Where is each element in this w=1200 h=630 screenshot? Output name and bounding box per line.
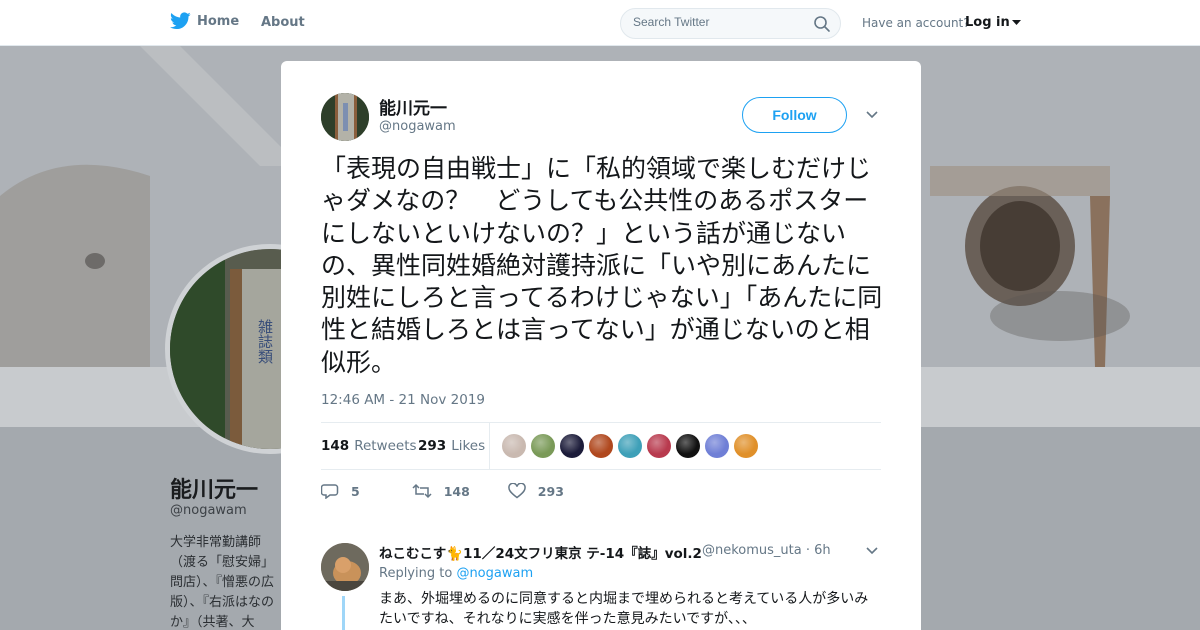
retweet-count: 148: [443, 483, 470, 499]
replying-to: Replying to @nogawam: [379, 566, 533, 581]
divider: [321, 469, 881, 470]
reply-thread-line: [342, 596, 345, 630]
liker-avatar[interactable]: [618, 434, 642, 458]
liker-avatar[interactable]: [531, 434, 555, 458]
tweet-modal: 能川元一 @nogawam Follow 「表現の自由戦士」に「私的領域で楽しむ…: [281, 61, 921, 630]
divider: [321, 422, 881, 423]
stats-separator: [489, 423, 490, 469]
search-box[interactable]: [620, 8, 841, 39]
reply-author-name[interactable]: ねこむこす🐈11／24文フリ東京 テ-14『誌』vol.2: [379, 542, 702, 562]
top-nav: Home About Have an account? Log in: [0, 0, 1200, 46]
liker-avatar[interactable]: [502, 434, 526, 458]
retweets-count: 148: [321, 438, 350, 454]
reply-avatar-image: [321, 543, 369, 591]
nav-home-label: Home: [197, 13, 240, 29]
liker-avatars: [502, 434, 758, 458]
profile-bio: 大学非常勤講師（渡る「慰安婦」問店）、『憎悪の広版）、『右派はなのか』（共著、大: [170, 535, 275, 630]
caret-down-icon: [1011, 19, 1021, 25]
profile-name: 能川元一: [170, 478, 259, 503]
retweets-stat[interactable]: 148 Retweets: [321, 438, 417, 454]
liker-avatar[interactable]: [560, 434, 584, 458]
author-name[interactable]: 能川元一: [379, 94, 447, 119]
search-icon[interactable]: [813, 15, 831, 33]
close-icon: [1156, 14, 1176, 34]
have-account-text: Have an account?: [862, 16, 970, 30]
tweet-timestamp[interactable]: 12:46 AM - 21 Nov 2019: [321, 392, 485, 408]
login-button[interactable]: Log in: [965, 15, 1021, 30]
twitter-bird-icon: [170, 12, 191, 30]
reply-separator: [281, 517, 921, 527]
liker-avatar[interactable]: [734, 434, 758, 458]
replying-to-link[interactable]: @nogawam: [456, 566, 533, 581]
heart-icon: [508, 483, 526, 499]
follow-button[interactable]: Follow: [742, 97, 847, 133]
author-avatar-image: [321, 93, 369, 141]
svg-text:雑誌類: 雑誌類: [256, 319, 274, 364]
nav-home[interactable]: Home: [170, 12, 239, 30]
retweet-action[interactable]: 148: [412, 483, 470, 499]
close-button[interactable]: [1152, 10, 1180, 38]
liker-avatar[interactable]: [705, 434, 729, 458]
reply-author-avatar[interactable]: [321, 543, 369, 591]
liker-avatar[interactable]: [676, 434, 700, 458]
tweet-text: 「表現の自由戦士」に「私的領域で楽しむだけじゃダメなの？ どうしても公共性のある…: [321, 154, 883, 377]
author-handle[interactable]: @nogawam: [379, 119, 456, 134]
liker-avatar[interactable]: [647, 434, 671, 458]
tweet-actions: 5 148 293: [321, 481, 592, 501]
reply-action[interactable]: 5: [321, 483, 360, 499]
reply-count: 5: [351, 483, 360, 499]
like-count: 293: [537, 483, 564, 499]
replying-to-prefix: Replying to: [379, 566, 453, 581]
reply-icon: [321, 484, 339, 499]
chevron-down-icon[interactable]: [865, 545, 879, 557]
author-avatar[interactable]: [321, 93, 369, 141]
chevron-down-icon[interactable]: [865, 109, 879, 121]
profile-handle: @nogawam: [170, 503, 247, 518]
login-label: Log in: [965, 15, 1010, 30]
like-action[interactable]: 293: [508, 483, 564, 499]
nav-about[interactable]: About: [261, 15, 305, 30]
likes-label: Likes: [451, 438, 486, 454]
liker-avatar[interactable]: [589, 434, 613, 458]
likes-stat[interactable]: 293 Likes: [418, 438, 485, 454]
reply-author-handle[interactable]: @nekomus_uta · 6h: [702, 543, 831, 558]
reply-text: まあ、外堀埋めるのに同意すると内堀まで埋められると考えている人が多いみたいですね…: [379, 591, 869, 627]
retweet-icon: [412, 483, 432, 499]
likes-count: 293: [418, 438, 447, 454]
retweets-label: Retweets: [354, 438, 417, 454]
search-input[interactable]: [633, 15, 803, 29]
